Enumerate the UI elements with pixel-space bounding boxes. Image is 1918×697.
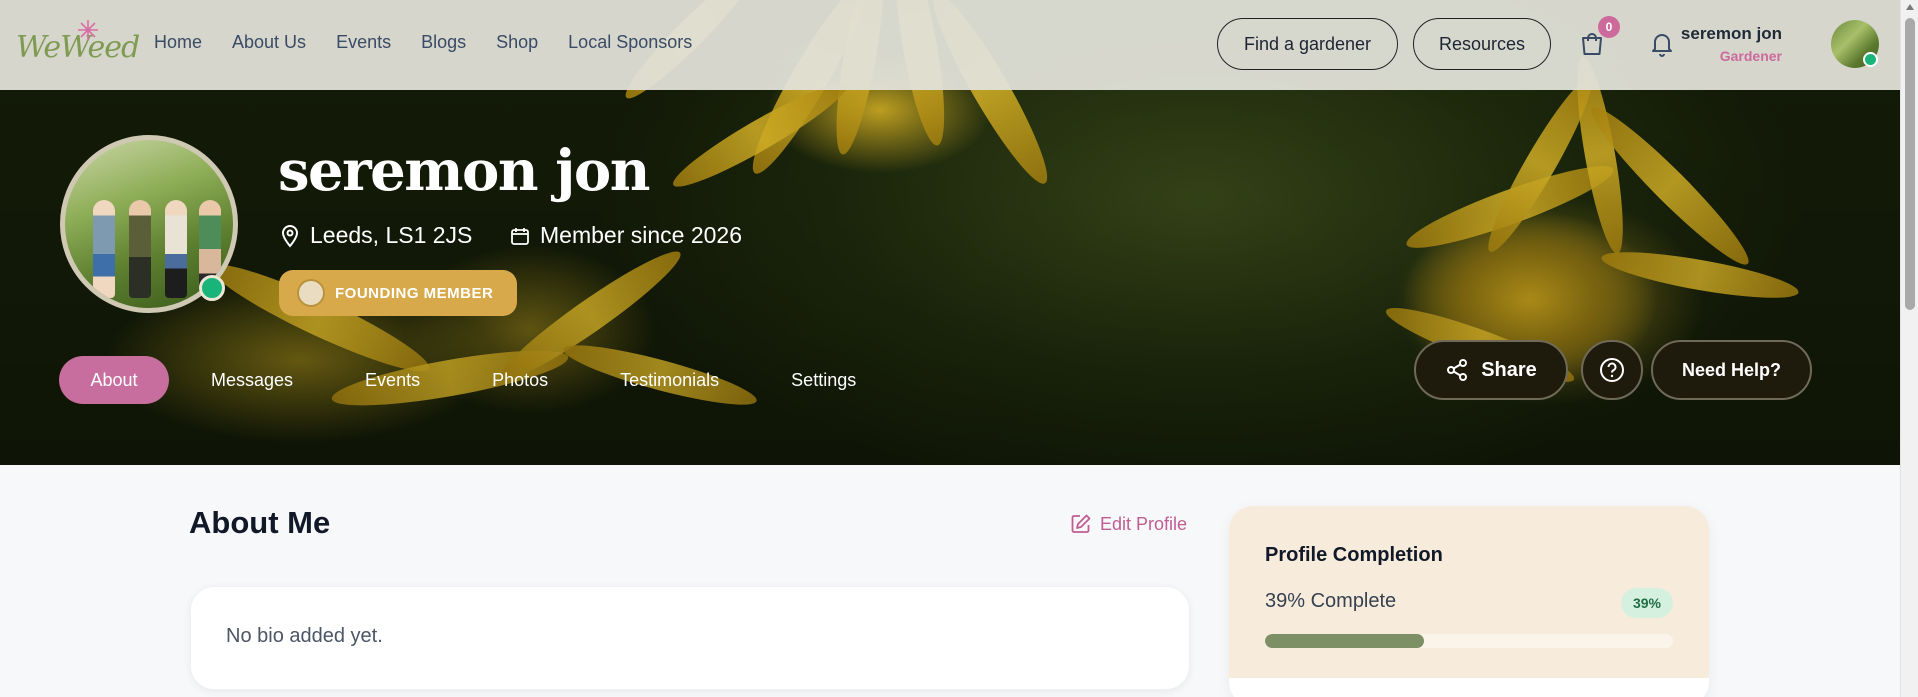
tab-about[interactable]: About: [59, 356, 169, 404]
profile-tabs: About Messages Events Photos Testimonial…: [59, 356, 898, 404]
profile-name: seremon jon: [278, 138, 650, 204]
completion-title: Profile Completion: [1265, 544, 1443, 566]
location-text: Leeds, LS1 2JS: [310, 222, 473, 248]
scrollbar-thumb[interactable]: [1905, 18, 1915, 310]
edit-profile-label: Edit Profile: [1100, 513, 1188, 534]
completion-percent-text: 39% Complete: [1265, 590, 1397, 612]
need-help-button[interactable]: Need Help?: [1651, 340, 1812, 400]
avatar-photo-figure: [93, 200, 115, 298]
completion-card-footer: [1229, 678, 1709, 697]
resources-button[interactable]: Resources: [1413, 18, 1551, 70]
header-user-name[interactable]: seremon jon: [1681, 24, 1782, 44]
about-me-heading: About Me: [189, 505, 331, 540]
completion-progress-fill: [1265, 634, 1425, 648]
share-icon: [1447, 359, 1468, 381]
find-gardener-button[interactable]: Find a gardener: [1217, 18, 1398, 70]
weweed-logo[interactable]: WeWeed: [16, 18, 140, 70]
founding-member-label: FOUNDING MEMBER: [335, 284, 494, 302]
calendar-icon: [511, 227, 529, 245]
avatar-photo-figure: [129, 200, 151, 298]
bio-card: No bio added yet.: [190, 586, 1190, 690]
question-circle-icon: [1600, 358, 1624, 382]
completion-percent-badge: 39%: [1620, 588, 1673, 618]
profile-location: Leeds, LS1 2JS: [280, 222, 472, 249]
profile-member-since: Member since 2026: [510, 222, 742, 249]
top-header: WeWeed Home About Us Events Blogs Shop L…: [0, 0, 1900, 90]
tab-messages[interactable]: Messages: [181, 356, 323, 404]
founding-member-badge: FOUNDING MEMBER: [279, 270, 517, 316]
tab-settings[interactable]: Settings: [761, 356, 886, 404]
nav-events[interactable]: Events: [336, 32, 391, 53]
seal-icon: [297, 279, 325, 307]
tab-events[interactable]: Events: [335, 356, 450, 404]
share-button[interactable]: Share: [1414, 340, 1568, 400]
nav-home[interactable]: Home: [154, 32, 202, 53]
main-nav: Home About Us Events Blogs Shop Local Sp…: [154, 32, 722, 53]
profile-online-dot: [199, 275, 225, 301]
tab-testimonials[interactable]: Testimonials: [590, 356, 749, 404]
help-circle-button[interactable]: [1581, 340, 1643, 400]
avatar-photo-figure: [165, 200, 187, 298]
share-label: Share: [1481, 358, 1537, 381]
page-scrollbar[interactable]: [1900, 0, 1918, 697]
edit-icon: [1071, 514, 1091, 533]
map-pin-icon: [281, 224, 299, 248]
member-since-text: Member since 2026: [540, 222, 742, 248]
completion-progress-bar: [1265, 634, 1673, 648]
profile-completion-card: Profile Completion 39% Complete 39%: [1229, 506, 1709, 697]
scroll-up-arrow[interactable]: [1906, 4, 1914, 10]
nav-blogs[interactable]: Blogs: [421, 32, 466, 53]
bio-text: No bio added yet.: [226, 625, 383, 647]
cart-count-badge: 0: [1598, 16, 1620, 38]
tab-photos[interactable]: Photos: [462, 356, 578, 404]
flower-icon: [78, 20, 98, 40]
nav-about-us[interactable]: About Us: [232, 32, 306, 53]
profile-page: WeWeed Home About Us Events Blogs Shop L…: [0, 0, 1918, 697]
nav-shop[interactable]: Shop: [496, 32, 538, 53]
online-status-dot: [1863, 52, 1878, 67]
bell-icon[interactable]: [1647, 29, 1677, 59]
nav-local-sponsors[interactable]: Local Sponsors: [568, 32, 692, 53]
edit-profile-link[interactable]: Edit Profile: [1070, 513, 1187, 535]
header-user-role: Gardener: [1719, 48, 1782, 64]
